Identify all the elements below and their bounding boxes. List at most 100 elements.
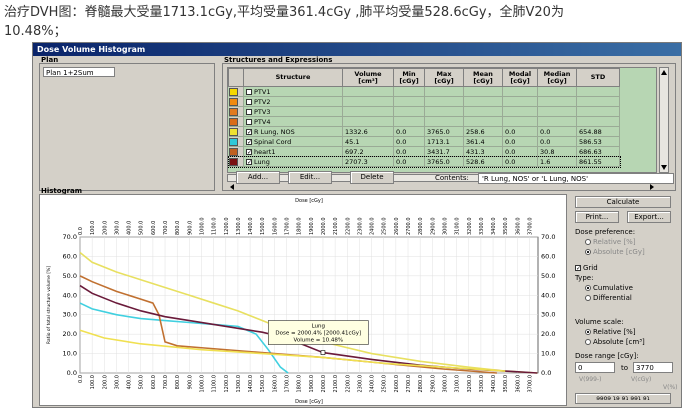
table-row[interactable]: ✓ R Lung, NOS 1332.6 0.0 3765.0 258.6 0.0 0.0 65… [228, 126, 620, 137]
cell-mean: 431.3 [463, 146, 503, 157]
range-to-label: to [621, 364, 629, 372]
mirrored-button[interactable]: ɘɘoɘ ɿɘ ɘɿ ɘɘɿ ɘɿ [575, 393, 671, 404]
checkbox-checked-icon[interactable]: ✓ [246, 158, 252, 165]
x-tick-label-bottom: 2300.0 [357, 375, 363, 393]
print-button[interactable]: Print... [575, 211, 619, 223]
dose-pref-relative[interactable]: Relative [%] [585, 238, 636, 246]
y-tick-label-left: 40.0 [63, 291, 77, 299]
checkbox-icon[interactable] [246, 108, 252, 115]
cell-mean [463, 96, 503, 107]
type-cumulative[interactable]: Cumulative [585, 284, 633, 292]
table-header-3[interactable]: Max [cGy] [424, 68, 464, 87]
dose-pref-label: Dose preference: [575, 228, 636, 236]
x-tick-label-top: 400.0 [127, 221, 133, 235]
vol-absolute[interactable]: Absolute [cm³] [585, 338, 645, 346]
caption: 治疗DVH图：脊髓最大受量1713.1cGy,平均受量361.4cGy ,肺平均… [4, 3, 688, 41]
x-tick-label-bottom: 1300.0 [236, 375, 242, 393]
x-tick-label-top: 1500.0 [260, 218, 266, 236]
x-tick-label-top: 2000.0 [321, 218, 327, 236]
x-tick-label-bottom: 900.0 [187, 375, 193, 389]
checkbox-checked-icon[interactable]: ✓ [246, 128, 252, 135]
color-swatch[interactable] [228, 157, 238, 166]
export-button[interactable]: Export... [627, 211, 671, 223]
cell-mean: 528.6 [463, 156, 503, 167]
table-header-0[interactable]: Structure [243, 68, 343, 87]
checkbox-icon[interactable] [246, 118, 252, 125]
table-row[interactable]: PTV3 [228, 106, 620, 117]
cell-max [424, 106, 464, 117]
structures-table: Structure Volume [cm³] Min [cGy] Max [cGy] M… [227, 67, 657, 173]
mirror-label-1: V(999-) [579, 376, 602, 383]
table-header-2[interactable]: Min [cGy] [393, 68, 425, 87]
contents-label: Contents: [435, 174, 469, 182]
cell-median [537, 116, 577, 127]
x-tick-label-bottom: 1400.0 [248, 375, 254, 393]
color-swatch[interactable] [228, 107, 238, 116]
range-to-input[interactable]: 3770 [633, 362, 673, 373]
cell-volume: 45.1 [342, 136, 394, 147]
x-tick-label-top: 3500.0 [503, 218, 509, 236]
checkbox-checked-icon[interactable]: ✓ [246, 138, 252, 145]
y-tick-label-right: 20.0 [541, 330, 555, 338]
cell-mean [463, 106, 503, 117]
x-tick-label-top: 2800.0 [418, 218, 424, 236]
cell-std [576, 96, 620, 107]
table-header-swatch [228, 68, 244, 87]
color-swatch[interactable] [228, 117, 238, 126]
delete-button[interactable]: Delete [350, 171, 394, 184]
x-tick-label-top: 2400.0 [370, 218, 376, 236]
edit-button[interactable]: Edit... [288, 171, 332, 184]
color-swatch[interactable] [228, 127, 238, 136]
x-tick-label-top: 3000.0 [442, 218, 448, 236]
radio-selected-icon [585, 285, 591, 291]
color-swatch[interactable] [228, 87, 238, 96]
range-from-input[interactable]: 0 [575, 362, 615, 373]
table-header-5[interactable]: Modal [cGy] [502, 68, 538, 87]
y-tick-label-left: 70.0 [63, 233, 77, 241]
x-tick-label-bottom: 3200.0 [467, 375, 473, 393]
checkbox-checked-icon[interactable]: ✓ [246, 148, 252, 155]
color-swatch[interactable] [228, 147, 238, 156]
table-row[interactable]: ✓ heart1 697.2 0.0 3431.7 431.3 0.0 30.8 686.63 [228, 146, 620, 157]
table-row[interactable]: PTV4 [228, 116, 620, 127]
table-header-7[interactable]: STD [576, 68, 620, 87]
cell-mean [463, 86, 503, 97]
color-swatch[interactable] [228, 97, 238, 106]
dose-pref-absolute[interactable]: Absolute [cGy] [585, 248, 645, 256]
checkbox-icon[interactable] [246, 88, 252, 95]
cell-max: 3765.0 [424, 156, 464, 167]
structure-name: PTV3 [254, 107, 271, 116]
options-panel: Calculate Print... Export... Dose prefer… [573, 194, 679, 406]
x-tick-label-top: 1900.0 [309, 218, 315, 236]
cell-modal [502, 96, 538, 107]
x-tick-label-bottom: 200.0 [102, 375, 108, 389]
cell-max: 1713.1 [424, 136, 464, 147]
calculate-button[interactable]: Calculate [575, 196, 671, 208]
cell-modal [502, 116, 538, 127]
table-header-4[interactable]: Mean [cGy] [463, 68, 503, 87]
checkbox-icon[interactable] [246, 98, 252, 105]
color-swatch[interactable] [228, 137, 238, 146]
vol-relative[interactable]: Relative [%] [585, 328, 636, 336]
table-header-6[interactable]: Median [cGy] [537, 68, 577, 87]
type-label: Type: [575, 274, 594, 282]
window-title: Dose Volume Histogram [33, 43, 681, 56]
structures-vscrollbar[interactable] [659, 67, 669, 173]
cell-volume [342, 96, 394, 107]
table-row[interactable]: ✓ Spinal Cord 45.1 0.0 1713.1 361.4 0.0 0.0 586.… [228, 136, 620, 147]
grid-checkbox[interactable]: ✓ Grid [575, 264, 598, 272]
table-row[interactable]: ✓ Lung 2707.3 0.0 3765.0 528.6 0.0 1.6 861.55 [228, 155, 621, 168]
table-row[interactable]: PTV2 [228, 96, 620, 107]
add-button[interactable]: Add... [236, 171, 280, 184]
table-header-1[interactable]: Volume [cm³] [342, 68, 394, 87]
contents-field[interactable]: 'R Lung, NOS' or 'L Lung, NOS' [478, 173, 674, 184]
x-tick-label-top: 0.0 [78, 227, 84, 235]
plan-list-item[interactable]: Plan 1+2Sum [43, 67, 115, 77]
type-differential[interactable]: Differential [585, 294, 632, 302]
cell-volume [342, 116, 394, 127]
x-axis-title-bottom: Dose [cGy] [295, 399, 323, 405]
x-tick-label-top: 1600.0 [272, 218, 278, 236]
cell-max [424, 86, 464, 97]
table-row[interactable]: PTV1 [228, 86, 620, 97]
cell-max: 3765.0 [424, 126, 464, 137]
